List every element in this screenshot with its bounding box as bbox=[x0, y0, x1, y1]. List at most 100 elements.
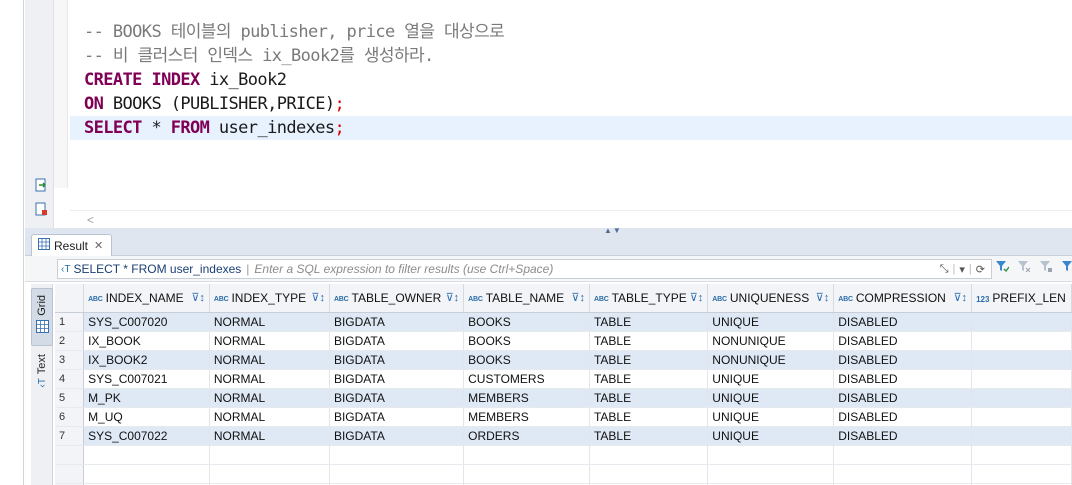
table-cell[interactable]: MEMBERS bbox=[463, 388, 590, 408]
execute-statement-icon[interactable] bbox=[34, 178, 48, 192]
row-number-header[interactable] bbox=[55, 284, 85, 313]
table-cell[interactable]: UNIQUE bbox=[707, 369, 835, 389]
table-cell[interactable]: BOOKS bbox=[463, 312, 590, 332]
sort-filter-icon[interactable]: ⊽↕ bbox=[191, 291, 205, 304]
table-cell[interactable]: TABLE bbox=[589, 407, 709, 427]
table-cell[interactable]: BOOKS bbox=[463, 350, 590, 370]
table-cell[interactable]: SYS_C007022 bbox=[83, 426, 210, 446]
refresh-icon[interactable]: ⟳ bbox=[976, 263, 985, 276]
column-header[interactable]: ABC TABLE_TYPE ⊽↕ bbox=[589, 284, 709, 313]
column-header[interactable]: ABC UNIQUENESS ⊽↕ bbox=[707, 284, 835, 313]
row-number[interactable]: 1 bbox=[55, 312, 85, 332]
apply-filter-icon[interactable] bbox=[995, 260, 1010, 275]
row-number[interactable]: 3 bbox=[55, 350, 85, 370]
table-cell[interactable]: DISABLED bbox=[833, 426, 973, 446]
table-cell[interactable] bbox=[971, 388, 1072, 408]
table-cell[interactable] bbox=[971, 350, 1072, 370]
table-cell[interactable]: MEMBERS bbox=[463, 407, 590, 427]
table-cell[interactable]: NONUNIQUE bbox=[707, 331, 835, 351]
table-cell[interactable]: UNIQUE bbox=[707, 426, 835, 446]
sort-filter-icon[interactable]: ⊽↕ bbox=[816, 291, 830, 304]
table-cell[interactable]: DISABLED bbox=[833, 407, 973, 427]
table-cell[interactable]: NORMAL bbox=[209, 369, 330, 389]
column-header[interactable]: ABC COMPRESSION ⊽↕ bbox=[833, 284, 973, 313]
table-cell[interactable]: UNIQUE bbox=[707, 407, 835, 427]
table-cell[interactable]: TABLE bbox=[589, 350, 709, 370]
table-cell[interactable] bbox=[971, 426, 1072, 446]
row-number[interactable]: 4 bbox=[55, 369, 85, 389]
tab-text[interactable]: Text ‹T bbox=[31, 354, 53, 414]
table-cell[interactable]: ORDERS bbox=[463, 426, 590, 446]
row-number[interactable]: 5 bbox=[55, 388, 85, 408]
table-cell[interactable]: SYS_C007020 bbox=[83, 312, 210, 332]
table-cell[interactable]: SYS_C007021 bbox=[83, 369, 210, 389]
table-cell[interactable] bbox=[971, 369, 1072, 389]
table-cell[interactable]: NORMAL bbox=[209, 331, 330, 351]
table-row[interactable]: 3 IX_BOOK2 NORMAL BIGDATA BOOKS TABLE NONUNIQU… bbox=[55, 350, 1072, 370]
table-cell[interactable]: BIGDATA bbox=[329, 426, 465, 446]
table-cell[interactable]: TABLE bbox=[589, 312, 709, 332]
sql-code-line[interactable]: CREATE INDEX ix_Book2 bbox=[84, 68, 287, 92]
table-cell[interactable]: TABLE bbox=[589, 369, 709, 389]
tab-result[interactable]: Result ✕ bbox=[31, 234, 113, 256]
table-cell[interactable]: BIGDATA bbox=[329, 312, 465, 332]
filter-settings-icon[interactable] bbox=[1039, 260, 1053, 275]
execute-script-icon[interactable] bbox=[34, 202, 48, 216]
table-cell[interactable]: TABLE bbox=[589, 388, 709, 408]
table-row[interactable]: 7 SYS_C007022 NORMAL BIGDATA ORDERS TABLE UNIQ… bbox=[55, 426, 1072, 446]
table-cell[interactable]: UNIQUE bbox=[707, 388, 835, 408]
table-cell[interactable]: BIGDATA bbox=[329, 369, 465, 389]
sql-code-line[interactable]: ON BOOKS (PUBLISHER,PRICE); bbox=[84, 92, 345, 116]
row-number[interactable]: 6 bbox=[55, 407, 85, 427]
table-cell[interactable]: NORMAL bbox=[209, 426, 330, 446]
table-cell[interactable]: DISABLED bbox=[833, 312, 973, 332]
sql-comment-line[interactable]: -- 비 클러스터 인덱스 ix_Book2를 생성하라. bbox=[84, 44, 434, 68]
table-cell[interactable]: IX_BOOK2 bbox=[83, 350, 210, 370]
row-number[interactable]: 2 bbox=[55, 331, 85, 351]
editor-horizontal-scrollbar[interactable]: < bbox=[70, 210, 1072, 228]
sort-filter-icon[interactable]: ⊽↕ bbox=[571, 291, 585, 304]
tab-grid[interactable]: Grid bbox=[31, 288, 53, 346]
table-row[interactable]: 6 M_UQ NORMAL BIGDATA MEMBERS TABLE UNIQUE DISA… bbox=[55, 407, 1072, 427]
table-cell[interactable]: NORMAL bbox=[209, 312, 330, 332]
sort-filter-icon[interactable]: ⊽↕ bbox=[311, 291, 325, 304]
table-cell[interactable]: DISABLED bbox=[833, 369, 973, 389]
table-cell[interactable]: NORMAL bbox=[209, 388, 330, 408]
table-row[interactable]: 4 SYS_C007021 NORMAL BIGDATA CUSTOMERS TABLE U… bbox=[55, 369, 1072, 389]
table-row[interactable]: 5 M_PK NORMAL BIGDATA MEMBERS TABLE UNIQUE DISA… bbox=[55, 388, 1072, 408]
column-header[interactable]: ABC TABLE_OWNER ⊽↕ bbox=[329, 284, 465, 313]
table-cell[interactable]: CUSTOMERS bbox=[463, 369, 590, 389]
sql-editor[interactable]: -- BOOKS 테이블의 publisher, price 열을 대상으로 --… bbox=[70, 0, 1072, 210]
column-header[interactable]: 123 PREFIX_LEN bbox=[971, 284, 1072, 313]
table-cell[interactable]: BIGDATA bbox=[329, 388, 465, 408]
sql-comment-line[interactable]: -- BOOKS 테이블의 publisher, price 열을 대상으로 bbox=[84, 20, 505, 44]
column-header[interactable]: ABC TABLE_NAME ⊽↕ bbox=[463, 284, 590, 313]
table-cell[interactable]: DISABLED bbox=[833, 331, 973, 351]
table-cell[interactable]: NONUNIQUE bbox=[707, 350, 835, 370]
clear-filter-icon[interactable] bbox=[1017, 260, 1031, 275]
results-grid[interactable]: ABC INDEX_NAME ⊽↕ ABC INDEX_TYPE ⊽↕ ABC TABLE_O… bbox=[55, 284, 1072, 485]
table-cell[interactable] bbox=[971, 312, 1072, 332]
table-cell[interactable]: TABLE bbox=[589, 331, 709, 351]
table-cell[interactable]: IX_BOOK bbox=[83, 331, 210, 351]
table-cell[interactable]: DISABLED bbox=[833, 350, 973, 370]
table-cell[interactable]: BIGDATA bbox=[329, 350, 465, 370]
close-icon[interactable]: ✕ bbox=[94, 239, 103, 252]
table-cell[interactable]: BIGDATA bbox=[329, 331, 465, 351]
sort-filter-icon[interactable]: ⊽↕ bbox=[446, 291, 460, 304]
table-row[interactable]: 2 IX_BOOK NORMAL BIGDATA BOOKS TABLE NONUNIQUE… bbox=[55, 331, 1072, 351]
sort-filter-icon[interactable]: ⊽↕ bbox=[954, 291, 968, 304]
sort-filter-icon[interactable]: ⊽↕ bbox=[690, 291, 704, 304]
row-number[interactable]: 7 bbox=[55, 426, 85, 446]
table-cell[interactable]: NORMAL bbox=[209, 407, 330, 427]
table-cell[interactable]: BIGDATA bbox=[329, 407, 465, 427]
table-cell[interactable]: M_PK bbox=[83, 388, 210, 408]
table-cell[interactable]: TABLE bbox=[589, 426, 709, 446]
scroll-left-icon[interactable]: < bbox=[87, 213, 94, 227]
column-header[interactable]: ABC INDEX_NAME ⊽↕ bbox=[83, 284, 210, 313]
table-cell[interactable]: BOOKS bbox=[463, 331, 590, 351]
history-dropdown-icon[interactable]: ▾ bbox=[959, 263, 965, 276]
filter-menu-icon[interactable] bbox=[1061, 260, 1072, 275]
sql-code-line[interactable]: SELECT * FROM user_indexes; bbox=[70, 116, 1072, 140]
table-cell[interactable]: DISABLED bbox=[833, 388, 973, 408]
